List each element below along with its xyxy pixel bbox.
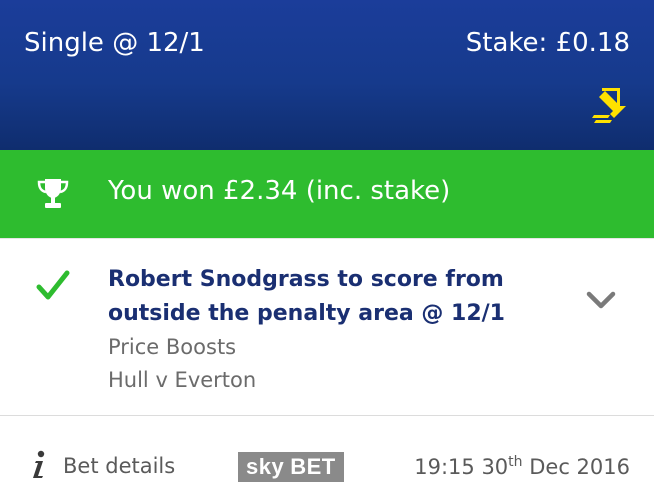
bet-timestamp: 19:15 30th Dec 2016 [414, 454, 630, 479]
stake-label: Stake: £0.18 [465, 28, 630, 58]
bet-header: Single @ 12/1 Stake: £0.18 [0, 0, 654, 150]
bet-day-ordinal: th [508, 454, 523, 470]
result-banner: You won £2.34 (inc. stake) [0, 150, 654, 238]
logo-part-sky: sky [246, 454, 285, 479]
up-arrow-icon[interactable] [590, 82, 628, 124]
logo-part-bet: BET [290, 454, 336, 479]
won-amount-text: You won £2.34 (inc. stake) [108, 176, 451, 206]
skybet-logo: sky BET [238, 452, 344, 482]
bet-footer: Bet details sky BET 19:15 30th Dec 2016 [0, 416, 654, 499]
bet-time: 19:15 [414, 455, 475, 479]
selection-title: Robert Snodgrass to score from outside t… [108, 267, 505, 326]
info-icon[interactable] [30, 450, 48, 480]
selection-row[interactable]: Robert Snodgrass to score from outside t… [0, 238, 654, 416]
chevron-down-icon[interactable] [585, 289, 617, 311]
checkmark-icon [36, 270, 70, 300]
bet-month-year: Dec 2016 [529, 455, 630, 479]
bet-day: 30 [481, 455, 509, 479]
bet-details-link[interactable]: Bet details [63, 454, 175, 478]
bet-type-label: Single @ 12/1 [24, 28, 205, 58]
trophy-icon [37, 179, 69, 208]
market-name: Price Boosts [108, 335, 237, 359]
event-name: Hull v Everton [108, 368, 257, 392]
